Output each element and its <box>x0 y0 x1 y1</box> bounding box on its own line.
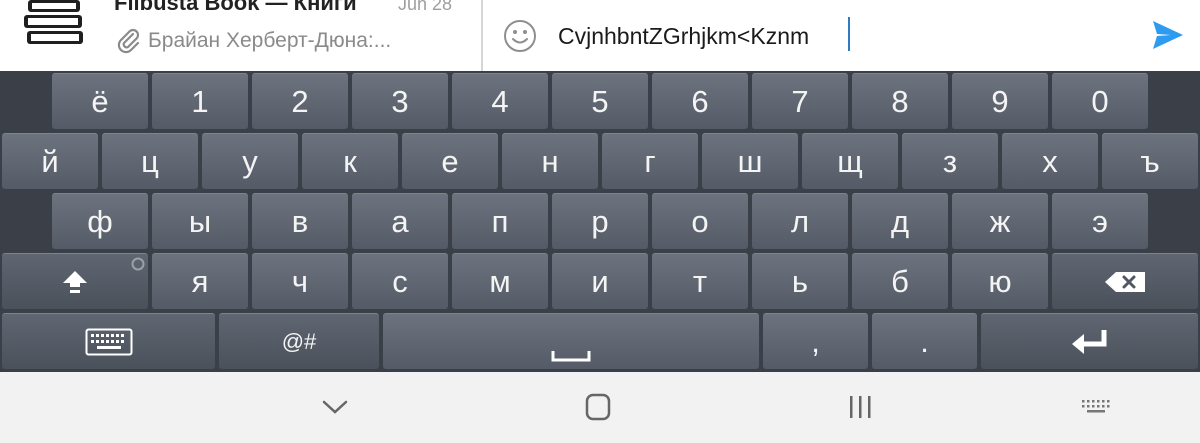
keyboard-switch-key[interactable] <box>2 313 215 369</box>
key-1[interactable]: 1 <box>152 73 248 129</box>
keyboard-icon <box>85 328 132 355</box>
key-letter[interactable]: ж <box>952 193 1048 249</box>
key-letter[interactable]: а <box>352 193 448 249</box>
space-key[interactable] <box>383 313 759 369</box>
key-letter[interactable]: к <box>302 133 398 189</box>
key-letter[interactable]: ю <box>952 253 1048 309</box>
key-2[interactable]: 2 <box>252 73 348 129</box>
symbols-key[interactable]: @# <box>219 313 379 369</box>
key-letter[interactable]: м <box>452 253 548 309</box>
key-letter[interactable]: ь <box>752 253 848 309</box>
key-letter[interactable]: н <box>502 133 598 189</box>
key-letter[interactable]: й <box>2 133 98 189</box>
paperclip-icon <box>117 28 140 54</box>
space-icon <box>551 351 591 362</box>
message-composer: CvjnhbntZGrhjkm<Kznm <box>483 0 1200 71</box>
enter-key[interactable] <box>981 313 1198 369</box>
period-key[interactable]: . <box>872 313 977 369</box>
key-7[interactable]: 7 <box>752 73 848 129</box>
key-letter[interactable]: л <box>752 193 848 249</box>
key-letter[interactable]: п <box>452 193 548 249</box>
key-9[interactable]: 9 <box>952 73 1048 129</box>
key-letter[interactable]: е <box>402 133 498 189</box>
key-0[interactable]: 0 <box>1052 73 1148 129</box>
key-letter[interactable]: ш <box>702 133 798 189</box>
smiley-icon[interactable] <box>503 19 537 53</box>
key-letter[interactable]: ы <box>152 193 248 249</box>
key-letter[interactable]: з <box>902 133 998 189</box>
key-letter[interactable]: х <box>1002 133 1098 189</box>
key-3[interactable]: 3 <box>352 73 448 129</box>
key-4[interactable]: 4 <box>452 73 548 129</box>
key-letter[interactable]: т <box>652 253 748 309</box>
key-letter[interactable]: с <box>352 253 448 309</box>
home-icon[interactable] <box>578 392 618 422</box>
backspace-icon <box>1105 271 1145 292</box>
text-caret <box>848 17 850 51</box>
navigation-bar <box>0 372 1200 443</box>
key-letter[interactable]: д <box>852 193 948 249</box>
key-letter[interactable]: у <box>202 133 298 189</box>
chat-preview[interactable]: Flibusta Book — Книги Jun 28 Брайан Херб… <box>0 0 483 71</box>
chat-date: Jun 28 <box>398 0 453 14</box>
send-icon[interactable] <box>1151 19 1185 51</box>
chat-snippet: Брайан Херберт-Дюна:... <box>148 29 392 52</box>
key-letter[interactable]: э <box>1052 193 1148 249</box>
keyboard-hide-icon[interactable] <box>1076 392 1116 422</box>
key-letter[interactable]: ч <box>252 253 348 309</box>
key-letter[interactable]: ц <box>102 133 198 189</box>
books-icon <box>24 0 83 44</box>
backspace-key[interactable] <box>1052 253 1198 309</box>
message-input[interactable]: CvjnhbntZGrhjkm<Kznm <box>558 19 809 53</box>
key-letter[interactable]: о <box>652 193 748 249</box>
key-letter[interactable]: б <box>852 253 948 309</box>
key-letter[interactable]: ъ <box>1102 133 1198 189</box>
key-letter[interactable]: р <box>552 193 648 249</box>
shift-key[interactable] <box>2 253 148 309</box>
key-letter[interactable]: г <box>602 133 698 189</box>
key-5[interactable]: 5 <box>552 73 648 129</box>
chat-title: Flibusta Book — Книги <box>114 0 357 15</box>
top-bar: Flibusta Book — Книги Jun 28 Брайан Херб… <box>0 0 1200 71</box>
key-letter[interactable]: ф <box>52 193 148 249</box>
enter-icon <box>1071 329 1106 354</box>
key-letter[interactable]: я <box>152 253 248 309</box>
shift-icon <box>63 270 87 293</box>
keyboard: ё 1 2 3 4 5 6 7 8 9 0 й ц у к е н г ш щ … <box>0 71 1200 372</box>
key-letter[interactable]: щ <box>802 133 898 189</box>
key-letter[interactable]: и <box>552 253 648 309</box>
recent-apps-icon[interactable] <box>840 392 880 422</box>
back-chevron-icon[interactable] <box>315 392 355 422</box>
key-yo[interactable]: ё <box>52 73 148 129</box>
dot-indicator-icon <box>131 257 145 271</box>
comma-key[interactable]: , <box>763 313 868 369</box>
key-letter[interactable]: в <box>252 193 348 249</box>
key-8[interactable]: 8 <box>852 73 948 129</box>
key-6[interactable]: 6 <box>652 73 748 129</box>
